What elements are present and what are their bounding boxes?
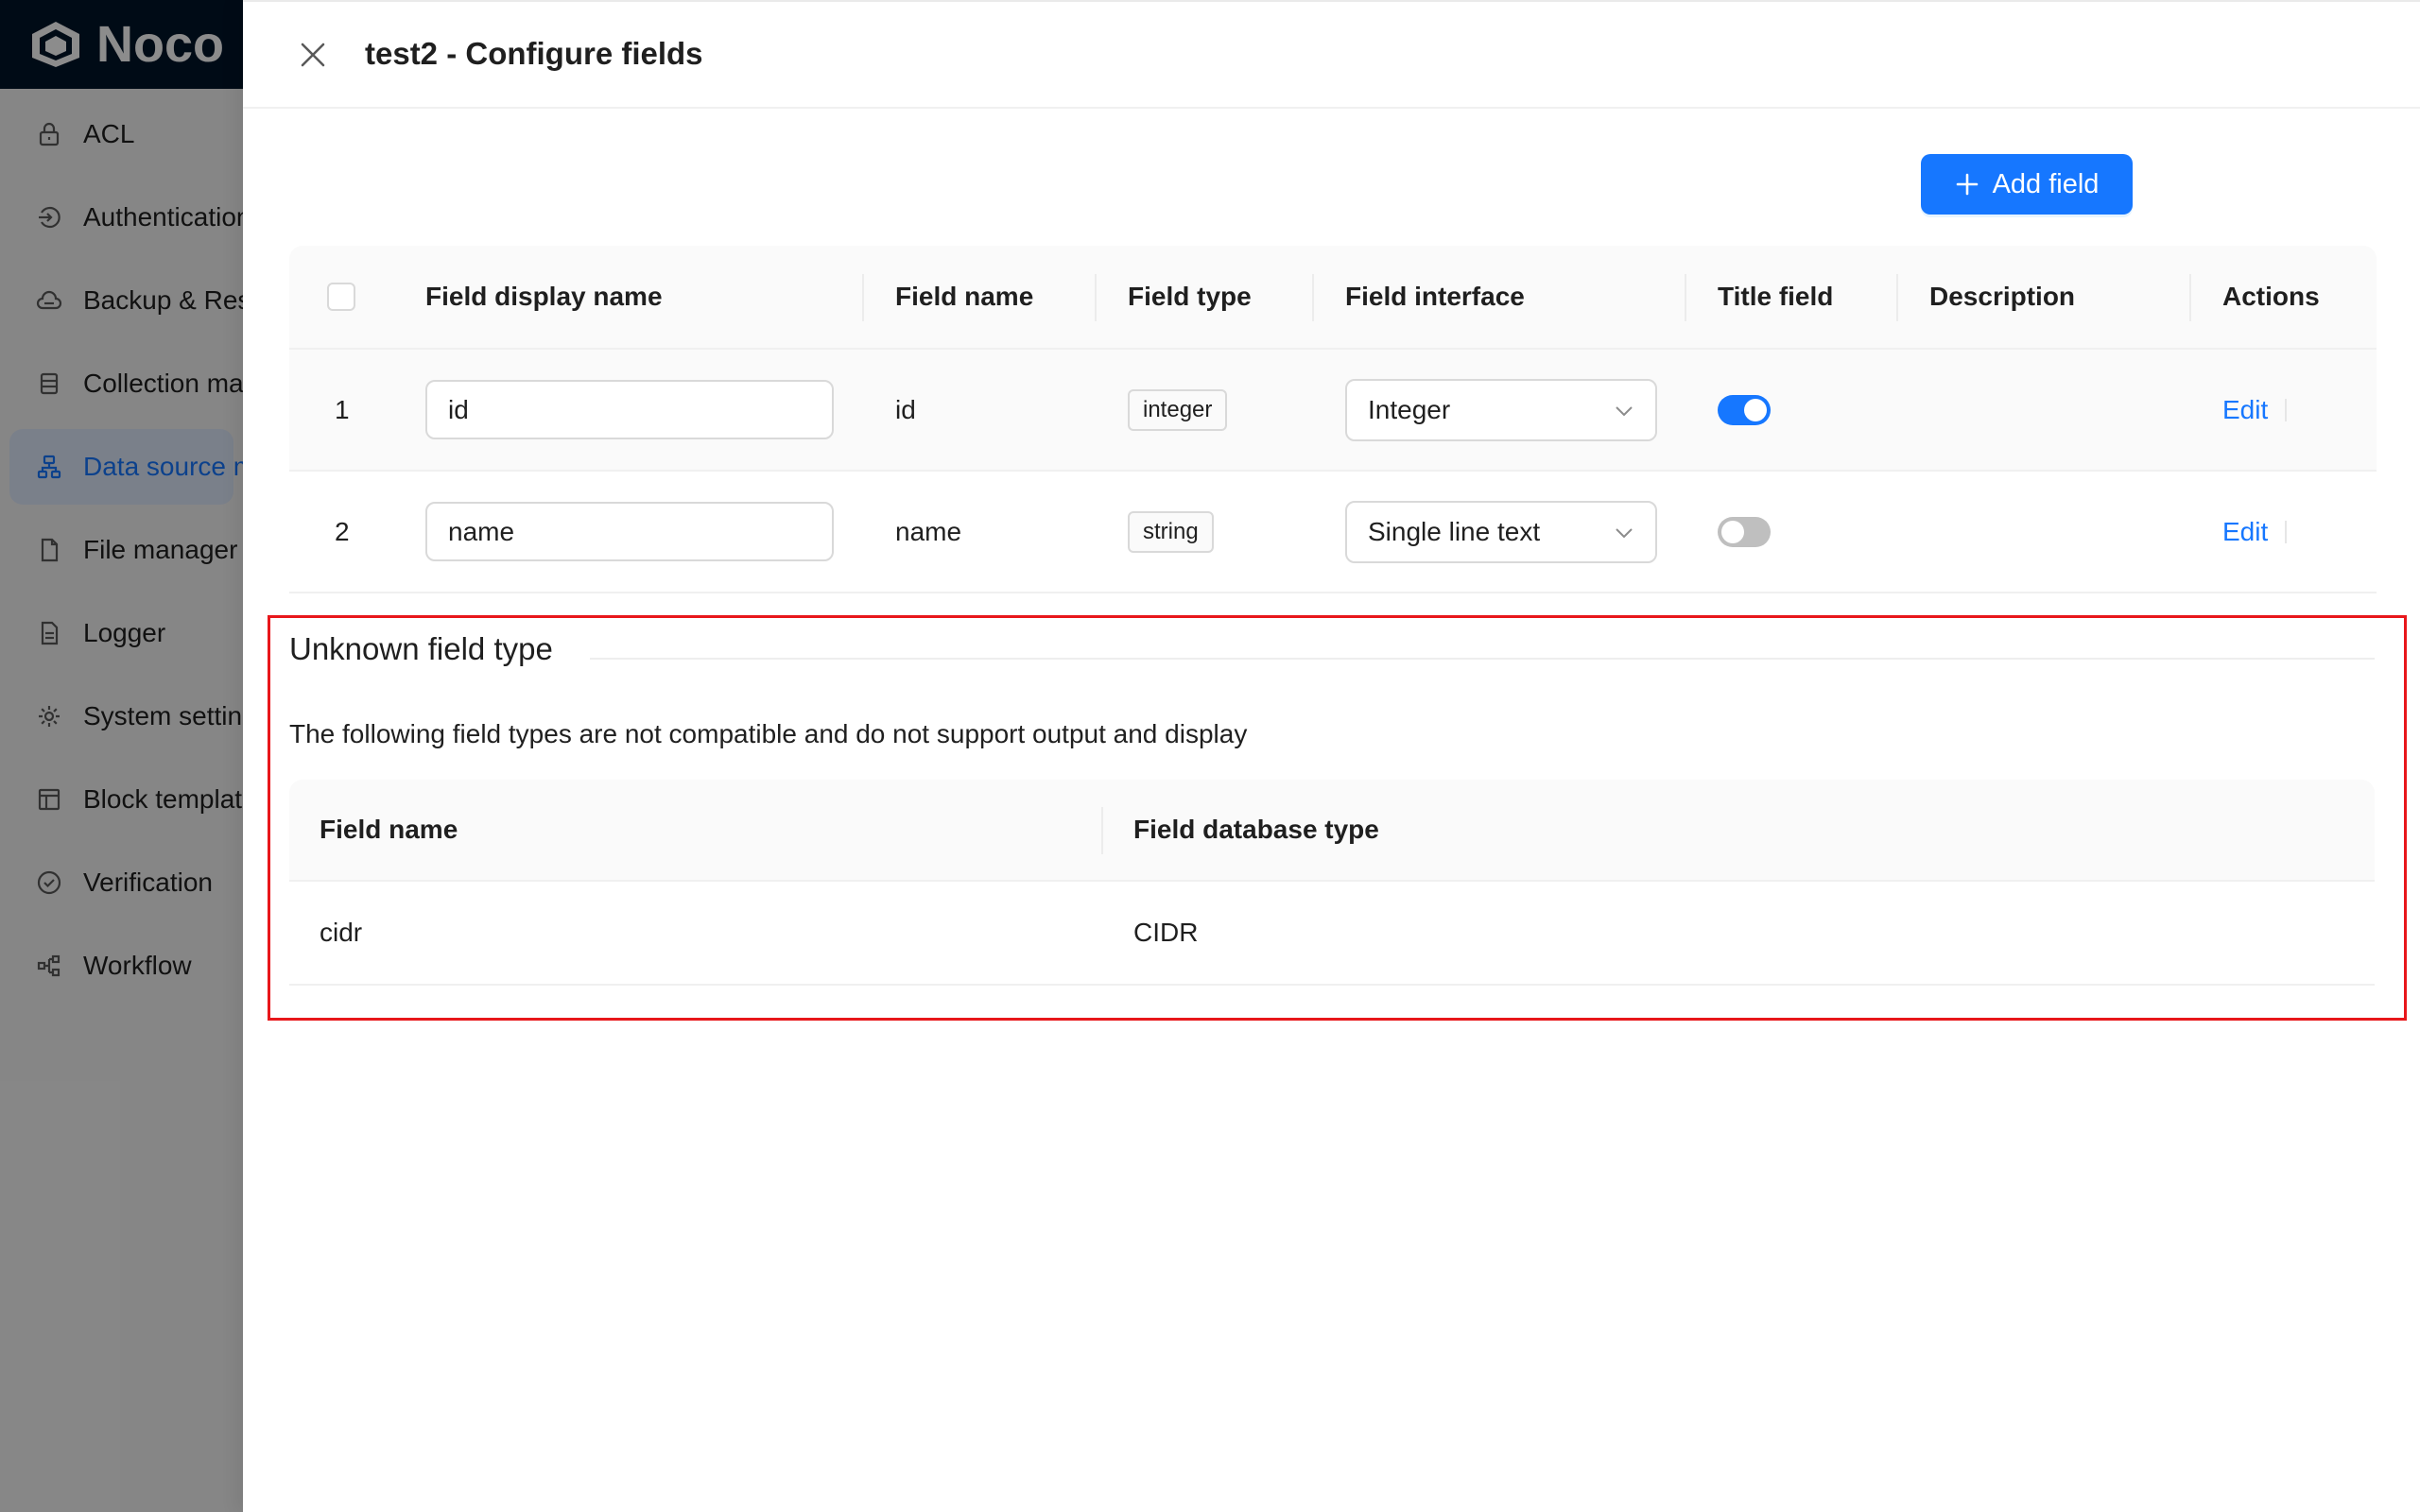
select-value: Integer <box>1368 394 1451 424</box>
column-divider <box>1312 274 1314 321</box>
field-type-tag: string <box>1128 510 1214 553</box>
table-header: Field name Field database type <box>289 780 2375 882</box>
add-field-label: Add field <box>1992 168 2100 199</box>
edit-link[interactable]: Edit <box>2222 395 2268 425</box>
col-actions: Actions <box>2222 282 2320 311</box>
select-all-checkbox[interactable] <box>327 283 355 311</box>
col-field-display-name: Field display name <box>425 282 663 311</box>
col-field-database-type: Field database type <box>1133 815 1379 844</box>
column-divider <box>1685 274 1686 321</box>
field-type-tag: integer <box>1128 388 1228 431</box>
field-name: id <box>895 394 916 424</box>
drawer-mask[interactable] <box>0 0 243 1512</box>
column-divider <box>1896 274 1898 321</box>
plus-icon <box>1956 173 1978 196</box>
col-field-type: Field type <box>1128 282 1252 311</box>
col-field-name: Field name <box>320 815 458 844</box>
field-display-name-input[interactable] <box>425 502 834 561</box>
unknown-field-name: cidr <box>320 918 363 947</box>
unknown-field-db-type: CIDR <box>1133 918 1199 947</box>
title-field-toggle[interactable] <box>1718 394 1771 425</box>
unknown-fields-table: Field name Field database type cidr CIDR <box>289 780 2375 986</box>
table-row: 1 id integer Integer Edit <box>289 350 2377 472</box>
field-name: name <box>895 516 962 546</box>
drawer-header: test2 - Configure fields <box>243 0 2420 109</box>
field-display-name-input[interactable] <box>425 380 834 439</box>
chevron-down-icon <box>1616 405 1633 416</box>
col-field-name: Field name <box>895 282 1034 311</box>
col-description: Description <box>1929 282 2076 311</box>
close-icon <box>301 43 325 67</box>
col-field-interface: Field interface <box>1345 282 1525 311</box>
action-divider <box>2285 398 2288 421</box>
column-divider <box>862 274 864 321</box>
table-row: cidr CIDR <box>289 882 2375 986</box>
row-index: 2 <box>335 516 350 546</box>
column-divider <box>2189 274 2191 321</box>
title-field-toggle[interactable] <box>1718 516 1771 547</box>
chevron-down-icon <box>1616 527 1633 538</box>
add-field-button[interactable]: Add field <box>1921 154 2133 215</box>
field-interface-select[interactable]: Integer <box>1345 378 1657 441</box>
column-divider <box>1101 807 1103 854</box>
table-row: 2 name string Single line text Edit <box>289 472 2377 593</box>
fields-table: Field display name Field name Field type… <box>289 246 2377 593</box>
section-divider <box>590 658 2375 660</box>
unknown-field-type-description: The following field types are not compat… <box>289 719 1248 748</box>
edit-link[interactable]: Edit <box>2222 517 2268 547</box>
select-value: Single line text <box>1368 516 1541 546</box>
drawer-title: test2 - Configure fields <box>365 36 703 71</box>
action-divider <box>2285 520 2288 543</box>
col-title-field: Title field <box>1718 282 1834 311</box>
close-button[interactable] <box>296 38 330 72</box>
column-divider <box>1095 274 1097 321</box>
unknown-field-type-title: Unknown field type <box>289 631 553 666</box>
table-header: Field display name Field name Field type… <box>289 246 2377 350</box>
row-index: 1 <box>335 394 350 424</box>
field-interface-select[interactable]: Single line text <box>1345 500 1657 563</box>
